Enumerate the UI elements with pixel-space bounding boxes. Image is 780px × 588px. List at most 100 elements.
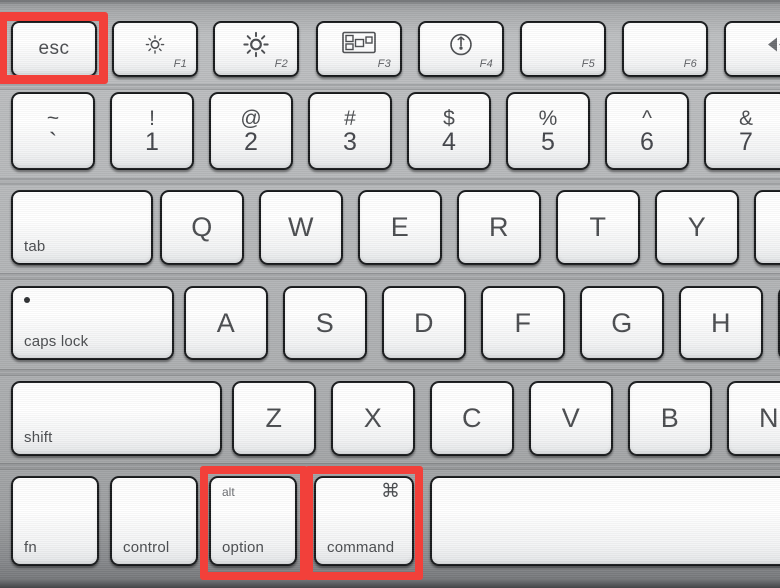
key-f2-number: F2 bbox=[274, 58, 288, 70]
key-q[interactable]: Q bbox=[160, 190, 244, 265]
keyboard-bottom-bezel bbox=[0, 578, 780, 588]
key-f3-number: F3 bbox=[377, 58, 391, 70]
key-e[interactable]: E bbox=[358, 190, 442, 265]
key-x[interactable]: X bbox=[331, 381, 415, 456]
key-tilde-lower: ` bbox=[48, 127, 58, 156]
key-tab[interactable]: tab bbox=[11, 190, 153, 265]
key-1[interactable]: ! 1 bbox=[110, 92, 194, 170]
mission-control-icon bbox=[342, 31, 376, 58]
key-capslock-label: caps lock bbox=[24, 333, 89, 350]
key-b-label: B bbox=[660, 403, 680, 433]
key-g-label: G bbox=[611, 307, 633, 338]
capslock-indicator-icon bbox=[24, 297, 30, 303]
key-control[interactable]: control bbox=[110, 476, 198, 566]
key-tilde[interactable]: ~ ` bbox=[11, 92, 95, 170]
key-c-label: C bbox=[462, 403, 482, 433]
key-y-label: Y bbox=[687, 212, 707, 242]
brightness-up-icon bbox=[243, 31, 270, 63]
key-3-labels: # 3 bbox=[310, 94, 390, 168]
key-control-label: control bbox=[123, 539, 170, 556]
key-q-label: Q bbox=[191, 212, 213, 242]
row-trough-1 bbox=[0, 84, 780, 90]
key-t-label: T bbox=[589, 212, 607, 242]
key-b[interactable]: B bbox=[628, 381, 712, 456]
key-a-label: A bbox=[216, 307, 236, 338]
key-u[interactable] bbox=[754, 190, 780, 265]
row-trough-3 bbox=[0, 273, 780, 280]
key-x-label: X bbox=[363, 403, 383, 433]
key-6-labels: ^ 6 bbox=[607, 94, 687, 168]
key-5-labels: % 5 bbox=[508, 94, 588, 168]
key-u-label bbox=[756, 192, 780, 263]
key-5[interactable]: % 5 bbox=[506, 92, 590, 170]
key-c[interactable]: C bbox=[430, 381, 514, 456]
key-1-upper: ! bbox=[149, 106, 155, 130]
key-space[interactable] bbox=[430, 476, 780, 566]
command-symbol-icon: ⌘ bbox=[381, 481, 400, 502]
key-2-lower: 2 bbox=[244, 127, 258, 156]
key-a[interactable]: A bbox=[184, 286, 268, 360]
key-h[interactable]: H bbox=[679, 286, 763, 360]
row-trough-5 bbox=[0, 463, 780, 470]
key-n[interactable]: N bbox=[727, 381, 780, 456]
key-s[interactable]: S bbox=[283, 286, 367, 360]
key-f4[interactable]: F4 bbox=[418, 21, 504, 77]
key-5-lower: 5 bbox=[541, 127, 555, 156]
key-e-label: E bbox=[390, 212, 410, 242]
key-2-labels: @ 2 bbox=[211, 94, 291, 168]
key-d-label: D bbox=[414, 307, 434, 338]
key-r[interactable]: R bbox=[457, 190, 541, 265]
key-v[interactable]: V bbox=[529, 381, 613, 456]
key-shift[interactable]: shift bbox=[11, 381, 222, 456]
key-option-label: option bbox=[222, 539, 265, 556]
key-f4-number: F4 bbox=[479, 58, 493, 70]
key-s-label: S bbox=[315, 307, 335, 338]
key-h-label: H bbox=[711, 307, 731, 338]
key-z[interactable]: Z bbox=[232, 381, 316, 456]
key-option-alt-label: alt bbox=[222, 485, 235, 499]
key-fn[interactable]: fn bbox=[11, 476, 99, 566]
key-6[interactable]: ^ 6 bbox=[605, 92, 689, 170]
key-t[interactable]: T bbox=[556, 190, 640, 265]
key-capslock[interactable]: caps lock bbox=[11, 286, 174, 360]
key-esc-label: esc bbox=[38, 38, 70, 59]
key-v-label: V bbox=[561, 403, 581, 433]
key-5-upper: % bbox=[538, 106, 558, 130]
key-tilde-labels: ~ ` bbox=[13, 94, 93, 168]
key-3-lower: 3 bbox=[343, 127, 357, 156]
key-d[interactable]: D bbox=[382, 286, 466, 360]
key-f6-number: F6 bbox=[683, 58, 697, 70]
key-f5[interactable]: F5 bbox=[520, 21, 606, 77]
key-f5-number: F5 bbox=[581, 58, 595, 70]
key-command-label: command bbox=[327, 539, 395, 556]
key-f2[interactable]: F2 bbox=[213, 21, 299, 77]
key-w-label: W bbox=[288, 212, 314, 242]
key-fn-label: fn bbox=[24, 539, 37, 556]
key-4[interactable]: $ 4 bbox=[407, 92, 491, 170]
key-command[interactable]: ⌘ command bbox=[314, 476, 414, 566]
key-f[interactable]: F bbox=[481, 286, 565, 360]
row-trough-4 bbox=[0, 369, 780, 376]
key-f3[interactable]: F3 bbox=[316, 21, 402, 77]
key-g[interactable]: G bbox=[580, 286, 664, 360]
key-f1[interactable]: F1 bbox=[112, 21, 198, 77]
key-1-labels: ! 1 bbox=[112, 94, 192, 168]
key-esc[interactable]: esc bbox=[11, 21, 97, 77]
rewind-icon bbox=[766, 35, 780, 58]
key-2[interactable]: @ 2 bbox=[209, 92, 293, 170]
key-n-label: N bbox=[759, 403, 779, 433]
key-r-label: R bbox=[489, 212, 509, 242]
key-f-label: F bbox=[514, 307, 532, 338]
key-3[interactable]: # 3 bbox=[308, 92, 392, 170]
key-7[interactable]: & 7 bbox=[704, 92, 780, 170]
key-shift-label: shift bbox=[24, 429, 53, 446]
key-option[interactable]: alt option bbox=[209, 476, 297, 566]
row-trough-2 bbox=[0, 178, 780, 185]
spotlight-icon bbox=[448, 31, 474, 62]
mac-keyboard-photo: esc F1 F2 F3 F4 F5 F6 ~ ` ! 1 @ 2 # 3 $ … bbox=[0, 0, 780, 588]
keyboard-top-bezel bbox=[0, 0, 780, 4]
key-w[interactable]: W bbox=[259, 190, 343, 265]
key-y[interactable]: Y bbox=[655, 190, 739, 265]
key-f7[interactable] bbox=[724, 21, 780, 77]
key-f6[interactable]: F6 bbox=[622, 21, 708, 77]
